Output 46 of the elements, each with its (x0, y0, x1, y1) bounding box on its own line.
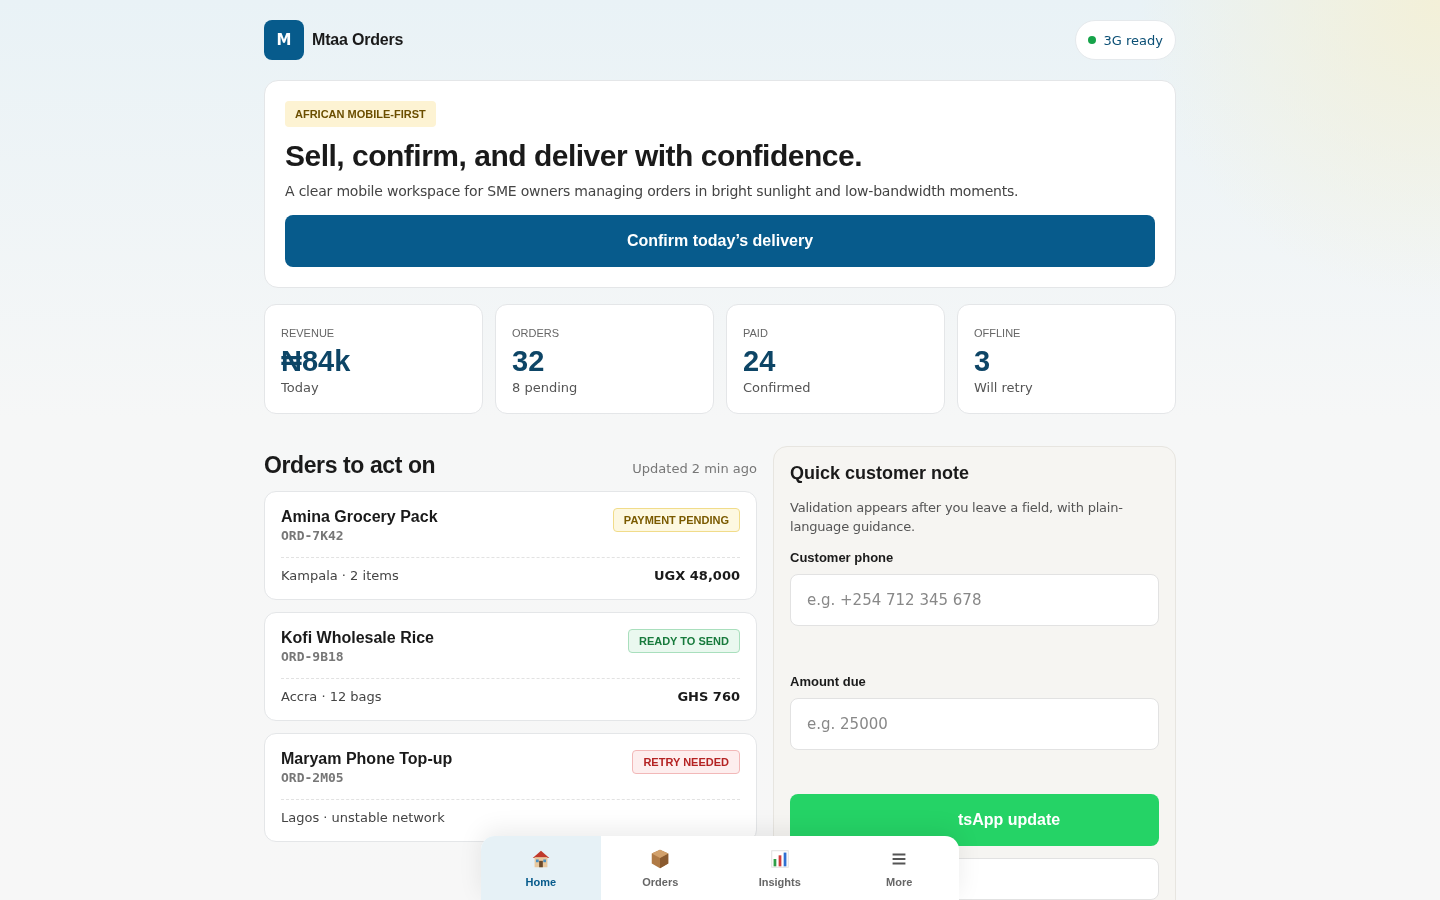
order-card[interactable]: Maryam Phone Top-up ORD-2M05 RETRY NEEDED Lagos · unstable network (264, 733, 757, 842)
field-label: Customer phone (790, 550, 894, 565)
section-title: Orders to act on (264, 452, 436, 479)
status-badge: PAYMENT PENDING (612, 508, 740, 532)
updated-time: Updated 2 min ago (632, 461, 757, 476)
stat-value: 32 (512, 345, 545, 378)
stat-value: 24 (743, 345, 776, 378)
order-amount: UGX 48,000 (654, 568, 740, 583)
bar-chart-icon (768, 848, 791, 870)
stat-value: ₦84k (281, 345, 351, 378)
order-details: Accra · 12 bags (281, 689, 382, 704)
order-name: Maryam Phone Top-up (281, 750, 453, 768)
status-badge: READY TO SEND (627, 629, 740, 653)
field-label: Amount due (790, 674, 866, 689)
hero-title: Sell, confirm, and deliver with confidence. (285, 139, 862, 173)
network-status: 3G ready (1103, 32, 1163, 48)
stat-label: REVENUE (281, 327, 335, 339)
order-amount: GHS 760 (677, 689, 740, 704)
help-text: Validation appears after you leave a field, with plain-language guidance. (790, 499, 1124, 536)
order-name: Kofi Wholesale Rice (281, 629, 434, 647)
stat-note: Confirmed (743, 380, 811, 395)
tag: AFRICAN MOBILE-FIRST (285, 101, 436, 127)
panel-title: Quick customer note (790, 463, 971, 484)
confirm-delivery-button[interactable]: Confirm today’s delivery (285, 215, 1155, 267)
stat-note: Will retry (974, 380, 1033, 395)
status-badge: RETRY NEEDED (632, 750, 740, 774)
input-field[interactable]: e.g. +254 712 345 678 (790, 574, 1159, 626)
nav-tab[interactable]: Home (481, 836, 601, 900)
order-id: ORD-2M05 (281, 770, 344, 785)
stat-label: PAID (743, 327, 768, 339)
order-card[interactable]: Amina Grocery Pack ORD-7K42 PAYMENT PENDING Kampala · 2 items UGX 48,000 (264, 491, 757, 600)
stat-label: OFFLINE (974, 327, 1021, 339)
order-details: Lagos · unstable network (281, 810, 445, 825)
hero-subtitle: A clear mobile workspace for SME owners managing orders in bright sunlight and low-bandwidth moments. (285, 183, 1019, 199)
stat-value: 3 (974, 345, 991, 378)
order-id: ORD-9B18 (281, 649, 344, 664)
logo: M (264, 20, 304, 60)
order-id: ORD-7K42 (281, 528, 344, 543)
app-name: Mtaa Orders (312, 31, 404, 49)
stat-note: Today (281, 380, 319, 395)
stat-note: 8 pending (512, 380, 578, 395)
order-name: Amina Grocery Pack (281, 508, 438, 526)
order-card[interactable]: Kofi Wholesale Rice ORD-9B18 READY TO SEND Accra · 12 bags GHS 760 (264, 612, 757, 721)
order-details: Kampala · 2 items (281, 568, 399, 583)
stat-label: ORDERS (512, 327, 560, 339)
input-field[interactable]: e.g. 25000 (790, 698, 1159, 750)
